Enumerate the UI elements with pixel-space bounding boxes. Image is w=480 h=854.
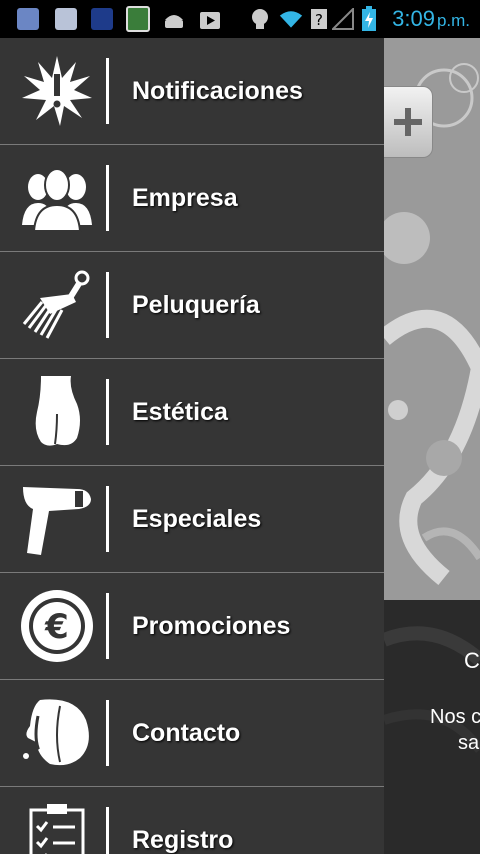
menu-item-estetica[interactable]: Estética: [0, 359, 384, 467]
expand-plus-button[interactable]: [384, 86, 433, 158]
status-clock: 3:09 p.m.: [392, 6, 470, 32]
menu-separator: [106, 700, 109, 766]
background-app: C Nos c sa: [384, 38, 480, 854]
wifi-icon: [279, 7, 303, 31]
menu-item-label: Promociones: [132, 612, 291, 640]
app-icon-4: [126, 6, 150, 32]
menu-item-contacto[interactable]: Contacto: [0, 680, 384, 788]
background-body-text-2: sa: [458, 732, 480, 754]
menu-item-notificaciones[interactable]: Notificaciones: [0, 38, 384, 146]
menu-item-label: Empresa: [132, 184, 238, 212]
android-icon: [162, 7, 186, 31]
checklist-icon: [18, 801, 96, 854]
plus-icon: [394, 108, 422, 136]
menu-item-label: Registro: [132, 826, 234, 854]
headset-person-icon: [18, 694, 96, 772]
menu-item-empresa[interactable]: Empresa: [0, 145, 384, 253]
clock-ampm: p.m.: [436, 11, 470, 30]
menu-separator: [106, 272, 109, 338]
menu-item-especiales[interactable]: Especiales: [0, 466, 384, 574]
menu-separator: [106, 593, 109, 659]
menu-separator: [106, 58, 109, 124]
play-store-icon: [198, 7, 222, 31]
menu-separator: [106, 165, 109, 231]
signal-icon: [331, 7, 355, 31]
menu-item-label: Especiales: [132, 505, 262, 533]
notification-burst-icon: [18, 52, 96, 130]
svg-text:€: €: [44, 607, 69, 647]
clock-time: 3:09: [392, 6, 435, 31]
menu-item-promociones[interactable]: € Promociones: [0, 573, 384, 681]
euro-badge-icon: €: [18, 587, 96, 665]
app-icon-2: [54, 7, 78, 31]
comb-icon: [18, 266, 96, 344]
svg-text:?: ?: [315, 11, 323, 29]
background-body-text-1: Nos c: [430, 706, 480, 728]
menu-item-registro[interactable]: Registro: [0, 787, 384, 854]
laser-device-icon: [18, 480, 96, 558]
status-bar: ? 3:09 p.m.: [0, 0, 480, 38]
battery-charging-icon: [357, 6, 381, 31]
menu-item-peluqueria[interactable]: Peluquería: [0, 252, 384, 360]
unknown-signal-icon: ?: [307, 7, 331, 31]
bulb-icon: [248, 7, 272, 31]
app-icon-1: [16, 7, 40, 31]
menu-item-label: Notificaciones: [132, 77, 303, 105]
side-menu-drawer: Notificaciones Empresa Peluquería Estéti…: [0, 38, 384, 854]
people-icon: [18, 159, 96, 237]
menu-separator: [106, 379, 109, 445]
menu-separator: [106, 807, 109, 854]
background-heading-text: C: [464, 648, 480, 673]
menu-item-label: Contacto: [132, 719, 241, 747]
menu-item-label: Peluquería: [132, 291, 260, 319]
menu-separator: [106, 486, 109, 552]
menu-item-label: Estética: [132, 398, 228, 426]
body-icon: [18, 373, 96, 451]
app-icon-3: [90, 7, 114, 31]
